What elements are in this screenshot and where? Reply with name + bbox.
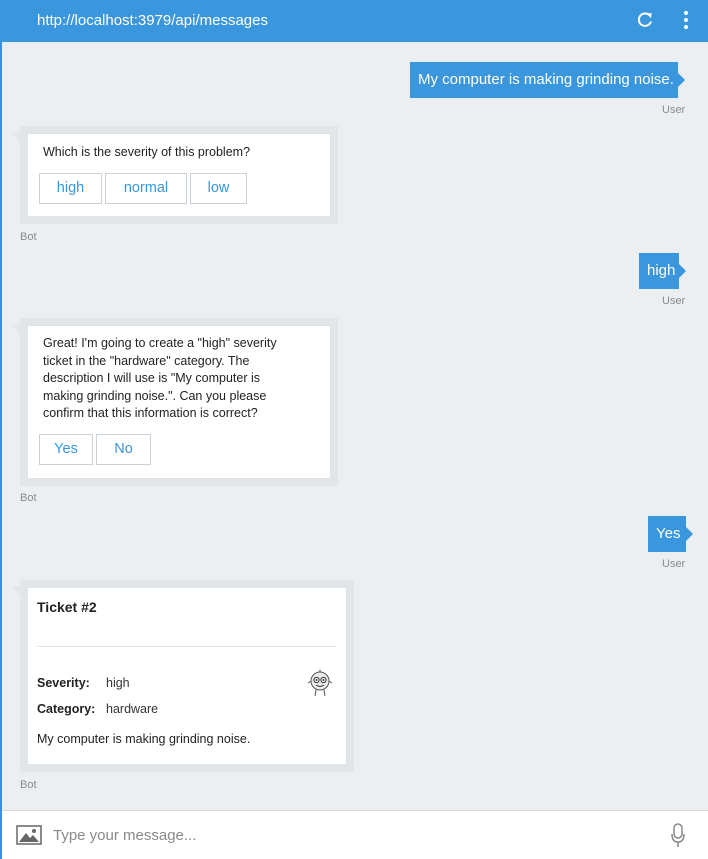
input-bar bbox=[2, 810, 708, 859]
user-message-text: Yes bbox=[656, 525, 681, 542]
severity-low-button[interactable]: low bbox=[190, 173, 247, 204]
text-line: making grinding noise.". Can you please bbox=[43, 388, 267, 403]
fact-value: high bbox=[106, 676, 130, 690]
sender-label: Bot bbox=[20, 779, 37, 791]
fact-label: Category: bbox=[37, 702, 96, 716]
more-vertical-icon[interactable] bbox=[681, 11, 691, 31]
sender-label: Bot bbox=[20, 231, 37, 243]
user-message: high bbox=[639, 253, 686, 289]
divider bbox=[37, 646, 337, 647]
yes-button[interactable]: Yes bbox=[39, 434, 93, 465]
card-body: Ticket #2 Severity: high Category: hardw… bbox=[27, 587, 347, 765]
no-button[interactable]: No bbox=[96, 434, 151, 465]
user-message: Yes bbox=[648, 516, 693, 552]
confirmation-text: Great! I'm going to create a "high" seve… bbox=[43, 335, 277, 423]
user-message-text: high bbox=[647, 262, 676, 279]
text-line: Great! I'm going to create a "high" seve… bbox=[43, 336, 277, 350]
card-body: Which is the severity of this problem? h… bbox=[27, 133, 331, 217]
text-line: confirm that this information is correct… bbox=[43, 406, 258, 420]
sender-label: Bot bbox=[20, 492, 37, 504]
ticket-card: Ticket #2 Severity: high Category: hardw… bbox=[12, 580, 354, 772]
user-message-text: My computer is making grinding noise. bbox=[418, 71, 674, 88]
ticket-description: My computer is making grinding noise. bbox=[37, 732, 251, 746]
severity-normal-button[interactable]: normal bbox=[105, 173, 187, 204]
bot-message-card: Great! I'm going to create a "high" seve… bbox=[12, 318, 338, 486]
ticket-title: Ticket #2 bbox=[37, 599, 97, 615]
severity-high-button[interactable]: high bbox=[39, 173, 102, 204]
text-line: ticket in the "hardware" category. The bbox=[43, 353, 250, 368]
title-bar: http://localhost:3979/api/messages bbox=[0, 0, 708, 42]
user-message: My computer is making grinding noise. bbox=[410, 62, 685, 98]
fact-label: Severity: bbox=[37, 676, 90, 690]
message-input[interactable] bbox=[53, 817, 653, 853]
refresh-icon[interactable] bbox=[636, 10, 654, 30]
bot-message-card: Which is the severity of this problem? h… bbox=[12, 126, 338, 224]
text-line: description I will use is "My computer i… bbox=[43, 371, 261, 385]
sender-label: User bbox=[662, 558, 686, 570]
card-prompt-text: Which is the severity of this problem? bbox=[43, 145, 251, 159]
card-body: Great! I'm going to create a "high" seve… bbox=[27, 325, 331, 479]
microphone-icon[interactable] bbox=[670, 823, 686, 849]
bot-avatar-icon bbox=[307, 669, 333, 697]
fact-value: hardware bbox=[106, 702, 159, 716]
sender-label: User bbox=[662, 104, 686, 116]
endpoint-url: http://localhost:3979/api/messages bbox=[37, 12, 268, 29]
chat-history[interactable]: My computer is making grinding noise. Us… bbox=[2, 42, 708, 810]
image-upload-icon[interactable] bbox=[16, 825, 42, 845]
sender-label: User bbox=[662, 295, 686, 307]
